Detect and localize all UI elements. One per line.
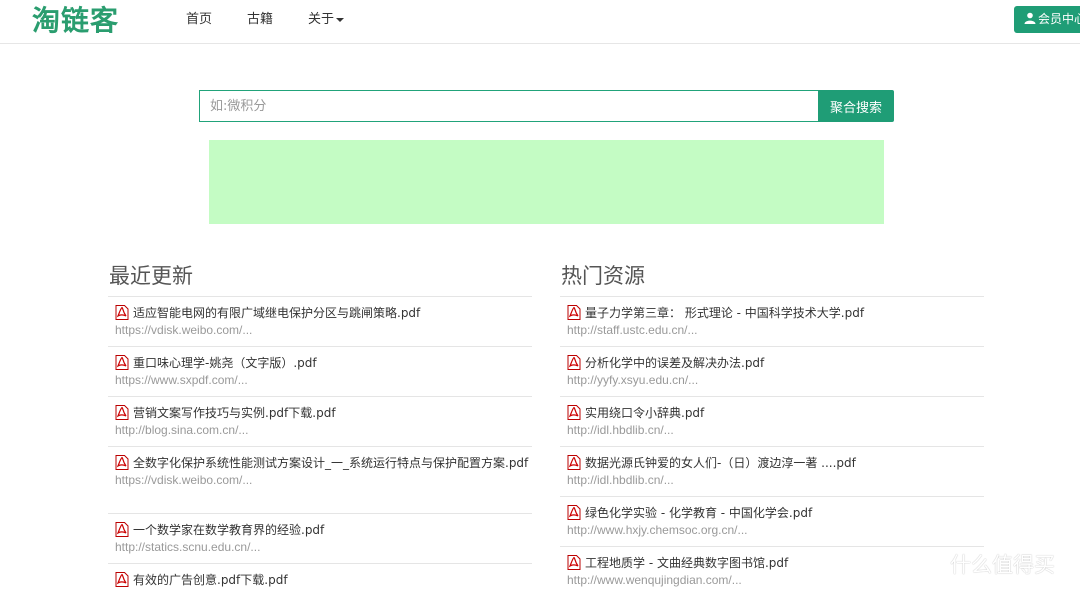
- resource-url: https://vdisk.weibo.com/...: [115, 473, 253, 487]
- list-item[interactable]: 全数字化保护系统性能测试方案设计_一_系统运行特点与保护配置方案.pdf htt…: [108, 447, 532, 514]
- pdf-icon: [115, 455, 129, 470]
- pdf-icon: [115, 305, 129, 320]
- pdf-icon: [567, 555, 581, 570]
- pdf-icon: [567, 505, 581, 520]
- pdf-icon: [567, 455, 581, 470]
- search-button[interactable]: 聚合搜索: [818, 90, 894, 122]
- resource-title[interactable]: 适应智能电网的有限广域继电保护分区与跳闸策略.pdf: [115, 305, 532, 321]
- list-item[interactable]: 营销文案写作技巧与实例.pdf下载.pdf http://blog.sina.c…: [108, 397, 532, 447]
- resource-title[interactable]: 全数字化保护系统性能测试方案设计_一_系统运行特点与保护配置方案.pdf: [115, 455, 532, 471]
- nav-home-link[interactable]: 首页: [186, 12, 212, 28]
- list-item[interactable]: 一个数学家在数学教育界的经验.pdf http://statics.scnu.e…: [108, 514, 532, 564]
- top-navbar: 淘链客 首页 古籍 关于 会员中心: [0, 0, 1080, 44]
- list-item[interactable]: 有效的广告创意.pdf下载.pdf: [108, 564, 532, 590]
- hot-resources-title: 热门资源: [560, 262, 984, 297]
- recent-updates-title: 最近更新: [108, 262, 532, 297]
- nav-books-link[interactable]: 古籍: [247, 12, 273, 28]
- member-center-button[interactable]: 会员中心: [1014, 6, 1080, 33]
- list-item[interactable]: 数据光源氏钟爱的女人们-（日）渡边淳一著 ....pdf http://idl.…: [560, 447, 984, 497]
- resource-url: https://www.sxpdf.com/...: [115, 373, 248, 387]
- list-item[interactable]: 适应智能电网的有限广域继电保护分区与跳闸策略.pdf https://vdisk…: [108, 297, 532, 347]
- list-item[interactable]: 分析化学中的误差及解决办法.pdf http://yyfy.xsyu.edu.c…: [560, 347, 984, 397]
- list-item[interactable]: 绿色化学实验 - 化学教育 - 中国化学会.pdf http://www.hxj…: [560, 497, 984, 547]
- pdf-icon: [115, 522, 129, 537]
- pdf-icon: [115, 355, 129, 370]
- resource-title[interactable]: 一个数学家在数学教育界的经验.pdf: [115, 522, 532, 538]
- watermark-text: 什么值得买: [950, 553, 1055, 577]
- pdf-icon: [567, 405, 581, 420]
- pdf-icon: [115, 405, 129, 420]
- resource-url: https://vdisk.weibo.com/...: [115, 323, 253, 337]
- pdf-icon: [567, 355, 581, 370]
- list-item[interactable]: 重口味心理学-姚尧（文字版）.pdf https://www.sxpdf.com…: [108, 347, 532, 397]
- recent-updates-section: 最近更新 适应智能电网的有限广域继电保护分区与跳闸策略.pdf https://…: [108, 262, 532, 590]
- resource-url: http://staff.ustc.edu.cn/...: [567, 323, 698, 337]
- resource-title[interactable]: 实用绕口令小辞典.pdf: [567, 405, 984, 421]
- nav-about-label: 关于: [308, 12, 335, 27]
- resource-url: http://idl.hbdlib.cn/...: [567, 423, 674, 437]
- ad-banner: [209, 140, 884, 224]
- nav-about-dropdown[interactable]: 关于: [308, 12, 345, 28]
- hot-resources-section: 热门资源 量子力学第三章： 形式理论 - 中国科学技术大学.pdf http:/…: [560, 262, 984, 590]
- pdf-icon: [567, 305, 581, 320]
- resource-title[interactable]: 数据光源氏钟爱的女人们-（日）渡边淳一著 ....pdf: [567, 455, 984, 471]
- resource-url: http://statics.scnu.edu.cn/...: [115, 540, 261, 554]
- resource-url: http://yyfy.xsyu.edu.cn/...: [567, 373, 699, 387]
- resource-title[interactable]: 量子力学第三章： 形式理论 - 中国科学技术大学.pdf: [567, 305, 984, 321]
- caret-down-icon: [336, 17, 345, 22]
- resource-title[interactable]: 有效的广告创意.pdf下载.pdf: [115, 572, 532, 588]
- pdf-icon: [115, 572, 129, 587]
- resource-url: http://idl.hbdlib.cn/...: [567, 473, 674, 487]
- site-logo[interactable]: 淘链客: [32, 4, 119, 38]
- user-icon: [1024, 12, 1036, 24]
- member-center-label: 会员中心: [1038, 12, 1080, 26]
- watermark-logo-icon: 值: [912, 549, 944, 581]
- resource-title[interactable]: 分析化学中的误差及解决办法.pdf: [567, 355, 984, 371]
- watermark: 值什么值得买: [912, 546, 1055, 582]
- search-input[interactable]: [199, 90, 818, 122]
- list-item[interactable]: 量子力学第三章： 形式理论 - 中国科学技术大学.pdf http://staf…: [560, 297, 984, 347]
- resource-title[interactable]: 重口味心理学-姚尧（文字版）.pdf: [115, 355, 532, 371]
- resource-url: http://blog.sina.com.cn/...: [115, 423, 249, 437]
- resource-title[interactable]: 营销文案写作技巧与实例.pdf下载.pdf: [115, 405, 532, 421]
- resource-url: http://www.hxjy.chemsoc.org.cn/...: [567, 523, 748, 537]
- resource-title[interactable]: 绿色化学实验 - 化学教育 - 中国化学会.pdf: [567, 505, 984, 521]
- list-item[interactable]: 实用绕口令小辞典.pdf http://idl.hbdlib.cn/...: [560, 397, 984, 447]
